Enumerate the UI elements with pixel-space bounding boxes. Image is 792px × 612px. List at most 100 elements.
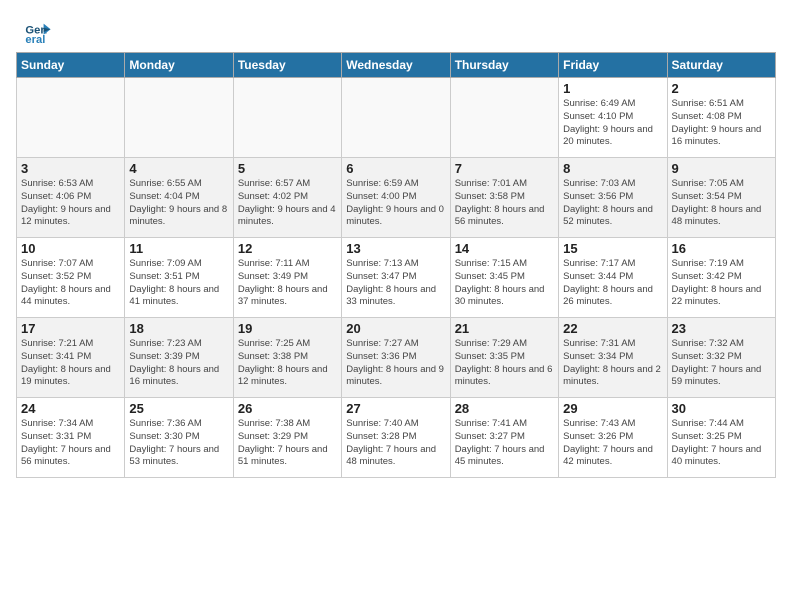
- logo: Gen eral: [24, 18, 54, 46]
- day-info: Sunrise: 7:21 AM Sunset: 3:41 PM Dayligh…: [21, 338, 120, 389]
- table-row: 19 Sunrise: 7:25 AM Sunset: 3:38 PM Dayli…: [233, 318, 341, 398]
- table-row: 7 Sunrise: 7:01 AM Sunset: 3:58 PM Daylig…: [450, 158, 558, 238]
- day-info: Sunrise: 7:27 AM Sunset: 3:36 PM Dayligh…: [346, 338, 445, 389]
- day-number: 12: [238, 241, 337, 256]
- day-number: 27: [346, 401, 445, 416]
- day-number: 25: [129, 401, 228, 416]
- day-number: 16: [672, 241, 771, 256]
- day-number: 19: [238, 321, 337, 336]
- day-info: Sunrise: 7:25 AM Sunset: 3:38 PM Dayligh…: [238, 338, 337, 389]
- day-number: 26: [238, 401, 337, 416]
- day-header-tuesday: Tuesday: [233, 53, 341, 78]
- table-row: 27Sunrise: 7:40 AM Sunset: 3:28 PM Dayli…: [342, 398, 450, 478]
- table-row: 5 Sunrise: 6:57 AM Sunset: 4:02 PM Daylig…: [233, 158, 341, 238]
- table-row: 4 Sunrise: 6:55 AM Sunset: 4:04 PM Daylig…: [125, 158, 233, 238]
- table-row: 8 Sunrise: 7:03 AM Sunset: 3:56 PM Daylig…: [559, 158, 667, 238]
- day-info: Sunrise: 7:09 AM Sunset: 3:51 PM Dayligh…: [129, 258, 228, 309]
- day-info: Sunrise: 6:55 AM Sunset: 4:04 PM Dayligh…: [129, 178, 228, 229]
- day-number: 6: [346, 161, 445, 176]
- day-number: 29: [563, 401, 662, 416]
- day-number: 24: [21, 401, 120, 416]
- day-number: 17: [21, 321, 120, 336]
- table-row: [342, 78, 450, 158]
- table-row: 9 Sunrise: 7:05 AM Sunset: 3:54 PM Daylig…: [667, 158, 775, 238]
- table-row: 15 Sunrise: 7:17 AM Sunset: 3:44 PM Dayli…: [559, 238, 667, 318]
- day-info: Sunrise: 7:43 AM Sunset: 3:26 PM Dayligh…: [563, 418, 662, 469]
- day-number: 2: [672, 81, 771, 96]
- table-row: 26 Sunrise: 7:38 AM Sunset: 3:29 PM Dayli…: [233, 398, 341, 478]
- day-info: Sunrise: 7:13 AM Sunset: 3:47 PM Dayligh…: [346, 258, 445, 309]
- day-number: 9: [672, 161, 771, 176]
- day-number: 1: [563, 81, 662, 96]
- table-row: 29 Sunrise: 7:43 AM Sunset: 3:26 PM Dayli…: [559, 398, 667, 478]
- calendar-table: SundayMondayTuesdayWednesdayThursdayFrid…: [16, 52, 776, 478]
- day-info: Sunrise: 7:05 AM Sunset: 3:54 PM Dayligh…: [672, 178, 771, 229]
- table-row: 10Sunrise: 7:07 AM Sunset: 3:52 PM Dayli…: [17, 238, 125, 318]
- day-number: 4: [129, 161, 228, 176]
- day-header-thursday: Thursday: [450, 53, 558, 78]
- table-row: 11 Sunrise: 7:09 AM Sunset: 3:51 PM Dayli…: [125, 238, 233, 318]
- day-number: 30: [672, 401, 771, 416]
- table-row: [125, 78, 233, 158]
- table-row: 2 Sunrise: 6:51 AM Sunset: 4:08 PM Daylig…: [667, 78, 775, 158]
- table-row: [233, 78, 341, 158]
- day-number: 23: [672, 321, 771, 336]
- day-info: Sunrise: 7:17 AM Sunset: 3:44 PM Dayligh…: [563, 258, 662, 309]
- day-info: Sunrise: 7:29 AM Sunset: 3:35 PM Dayligh…: [455, 338, 554, 389]
- day-number: 14: [455, 241, 554, 256]
- day-number: 28: [455, 401, 554, 416]
- day-info: Sunrise: 7:01 AM Sunset: 3:58 PM Dayligh…: [455, 178, 554, 229]
- day-info: Sunrise: 7:38 AM Sunset: 3:29 PM Dayligh…: [238, 418, 337, 469]
- day-info: Sunrise: 7:31 AM Sunset: 3:34 PM Dayligh…: [563, 338, 662, 389]
- table-row: 21 Sunrise: 7:29 AM Sunset: 3:35 PM Dayli…: [450, 318, 558, 398]
- table-row: [17, 78, 125, 158]
- table-row: 22Sunrise: 7:31 AM Sunset: 3:34 PM Dayli…: [559, 318, 667, 398]
- day-info: Sunrise: 7:23 AM Sunset: 3:39 PM Dayligh…: [129, 338, 228, 389]
- day-info: Sunrise: 6:51 AM Sunset: 4:08 PM Dayligh…: [672, 98, 771, 149]
- day-header-saturday: Saturday: [667, 53, 775, 78]
- day-info: Sunrise: 7:34 AM Sunset: 3:31 PM Dayligh…: [21, 418, 120, 469]
- day-info: Sunrise: 7:44 AM Sunset: 3:25 PM Dayligh…: [672, 418, 771, 469]
- day-header-wednesday: Wednesday: [342, 53, 450, 78]
- day-info: Sunrise: 7:15 AM Sunset: 3:45 PM Dayligh…: [455, 258, 554, 309]
- day-number: 21: [455, 321, 554, 336]
- table-row: 6 Sunrise: 6:59 AM Sunset: 4:00 PM Daylig…: [342, 158, 450, 238]
- table-row: 14 Sunrise: 7:15 AM Sunset: 3:45 PM Dayli…: [450, 238, 558, 318]
- day-number: 7: [455, 161, 554, 176]
- table-row: 24 Sunrise: 7:34 AM Sunset: 3:31 PM Dayli…: [17, 398, 125, 478]
- logo-icon: Gen eral: [24, 18, 52, 46]
- svg-text:eral: eral: [25, 34, 45, 46]
- day-header-sunday: Sunday: [17, 53, 125, 78]
- day-info: Sunrise: 7:11 AM Sunset: 3:49 PM Dayligh…: [238, 258, 337, 309]
- table-row: 16 Sunrise: 7:19 AM Sunset: 3:42 PM Dayli…: [667, 238, 775, 318]
- day-info: Sunrise: 6:57 AM Sunset: 4:02 PM Dayligh…: [238, 178, 337, 229]
- table-row: 20 Sunrise: 7:27 AM Sunset: 3:36 PM Dayli…: [342, 318, 450, 398]
- page-header: Gen eral: [8, 8, 784, 52]
- day-info: Sunrise: 7:19 AM Sunset: 3:42 PM Dayligh…: [672, 258, 771, 309]
- day-info: Sunrise: 6:49 AM Sunset: 4:10 PM Dayligh…: [563, 98, 662, 149]
- day-info: Sunrise: 6:59 AM Sunset: 4:00 PM Dayligh…: [346, 178, 445, 229]
- table-row: 12 Sunrise: 7:11 AM Sunset: 3:49 PM Dayli…: [233, 238, 341, 318]
- day-number: 5: [238, 161, 337, 176]
- table-row: 25 Sunrise: 7:36 AM Sunset: 3:30 PM Dayli…: [125, 398, 233, 478]
- table-row: 28 Sunrise: 7:41 AM Sunset: 3:27 PM Dayli…: [450, 398, 558, 478]
- day-number: 18: [129, 321, 228, 336]
- day-number: 11: [129, 241, 228, 256]
- table-row: 18 Sunrise: 7:23 AM Sunset: 3:39 PM Dayli…: [125, 318, 233, 398]
- day-header-friday: Friday: [559, 53, 667, 78]
- day-info: Sunrise: 7:32 AM Sunset: 3:32 PM Dayligh…: [672, 338, 771, 389]
- day-header-monday: Monday: [125, 53, 233, 78]
- day-number: 8: [563, 161, 662, 176]
- day-number: 15: [563, 241, 662, 256]
- table-row: 23 Sunrise: 7:32 AM Sunset: 3:32 PM Dayli…: [667, 318, 775, 398]
- day-info: Sunrise: 7:36 AM Sunset: 3:30 PM Dayligh…: [129, 418, 228, 469]
- day-info: Sunrise: 7:41 AM Sunset: 3:27 PM Dayligh…: [455, 418, 554, 469]
- table-row: 1 Sunrise: 6:49 AM Sunset: 4:10 PM Daylig…: [559, 78, 667, 158]
- day-info: Sunrise: 7:07 AM Sunset: 3:52 PM Dayligh…: [21, 258, 120, 309]
- day-number: 13: [346, 241, 445, 256]
- table-row: 30 Sunrise: 7:44 AM Sunset: 3:25 PM Dayli…: [667, 398, 775, 478]
- day-info: Sunrise: 6:53 AM Sunset: 4:06 PM Dayligh…: [21, 178, 120, 229]
- day-info: Sunrise: 7:03 AM Sunset: 3:56 PM Dayligh…: [563, 178, 662, 229]
- day-number: 20: [346, 321, 445, 336]
- table-row: [450, 78, 558, 158]
